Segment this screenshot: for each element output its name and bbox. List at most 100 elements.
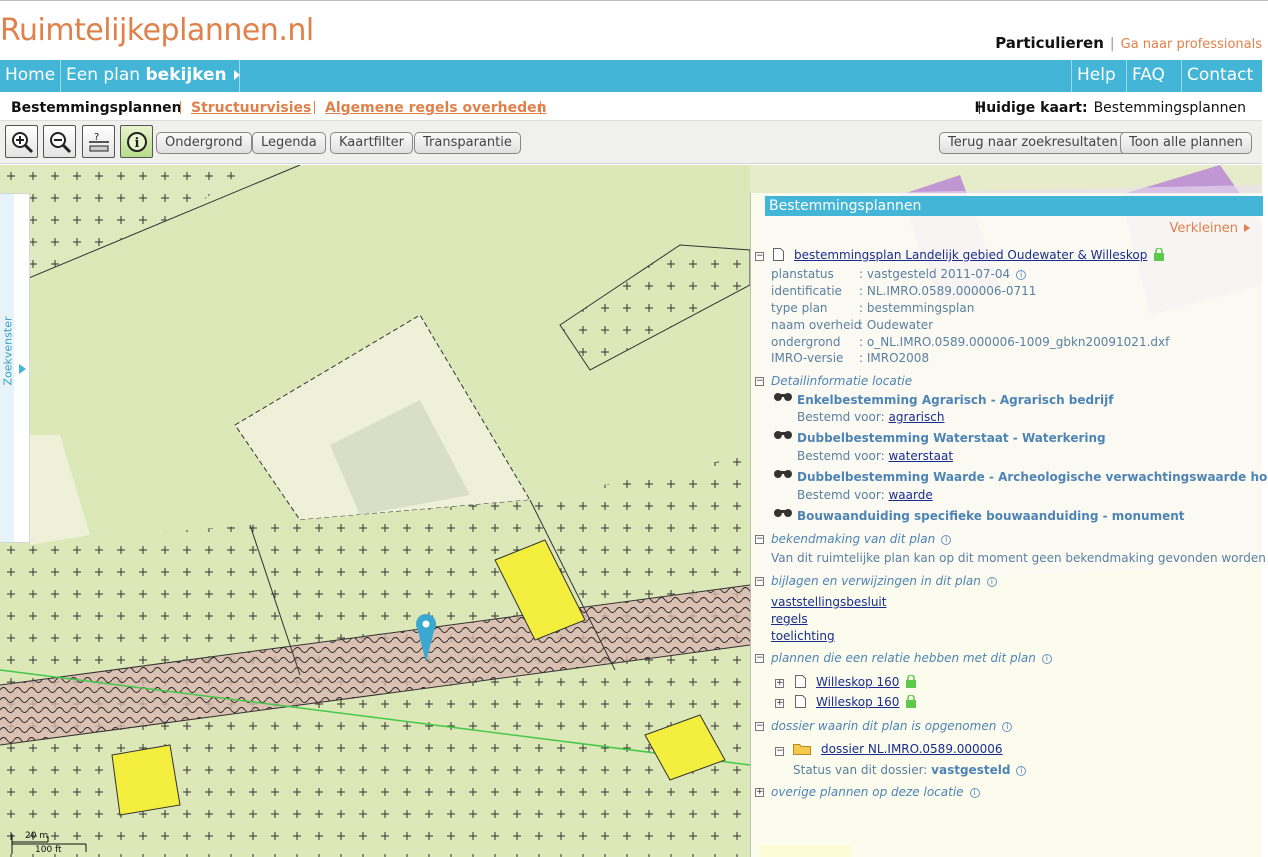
show-all-plans-button[interactable]: Toon alle plannen: [1120, 132, 1252, 154]
binoculars-icon: [774, 509, 792, 517]
binoculars-icon: [774, 393, 792, 401]
nav-home-label: Home: [5, 65, 56, 85]
nav-contact[interactable]: Contact: [1181, 60, 1262, 92]
expand-arrow-icon[interactable]: [19, 364, 26, 374]
dossier-status-value: vastgesteld: [931, 763, 1011, 777]
scale-metric: 20 m: [25, 831, 49, 841]
info-icon[interactable]: i: [941, 535, 952, 545]
prop-key: planstatus: [771, 267, 834, 281]
prop-planstatus: planstatus: vastgesteld 2011-07-04 i: [771, 267, 1027, 281]
current-map-value: Bestemmingsplannen: [1093, 100, 1246, 116]
scale-bar: 20 m 100 ft: [10, 830, 90, 857]
attachment-vaststellingsbesluit[interactable]: vaststellingsbesluit: [771, 595, 886, 609]
section-relaties[interactable]: plannen die een relatie hebben met dit p…: [771, 651, 1052, 665]
info-icon[interactable]: i: [986, 577, 997, 587]
audience-particulieren[interactable]: Particulieren: [995, 34, 1104, 52]
zoom-out-icon: [50, 132, 72, 154]
map-type-tabs: Bestemmingsplannen Structuurvisies Algem…: [0, 95, 1262, 119]
detail-purpose: Bestemd voor: waarde: [797, 488, 933, 502]
nav-plan-bekijken[interactable]: Een plan bekijken: [61, 60, 241, 92]
binoculars-icon: [774, 470, 792, 478]
scale-imperial: 100 ft: [35, 845, 62, 855]
tab-structuurvisies[interactable]: Structuurvisies: [191, 100, 311, 116]
detail-purpose-label: Bestemd voor:: [797, 449, 885, 463]
zoom-in-button[interactable]: [5, 125, 38, 158]
info-button[interactable]: i: [120, 125, 153, 158]
ondergrond-button[interactable]: Ondergrond: [156, 132, 252, 154]
panel-title: Bestemmingsplannen: [765, 196, 1263, 216]
measure-icon: ?: [89, 132, 109, 152]
detail-purpose-link[interactable]: waterstaat: [888, 449, 953, 463]
zoom-in-icon: [12, 132, 34, 154]
nav-faq-label: FAQ: [1132, 65, 1165, 85]
measure-button[interactable]: ?: [82, 125, 115, 158]
attachment-regels[interactable]: regels: [771, 612, 808, 626]
search-window-tab[interactable]: Zoekvenster: [0, 193, 30, 543]
info-icon[interactable]: i: [1016, 766, 1027, 776]
tab-bestemmingsplannen[interactable]: Bestemmingsplannen: [11, 100, 182, 116]
collapse-toggle-icon[interactable]: −: [755, 722, 764, 731]
related-plan: Willeskop 160: [795, 675, 917, 689]
audience-professionals-link[interactable]: Ga naar professionals: [1121, 37, 1262, 52]
document-icon: [773, 248, 784, 261]
prop-imro-versie: IMRO-versie: IMRO2008: [771, 351, 929, 365]
info-icon[interactable]: i: [969, 788, 980, 798]
detail-purpose-link[interactable]: agrarisch: [888, 410, 944, 424]
info-icon[interactable]: i: [1002, 722, 1013, 732]
info-icon[interactable]: i: [1041, 654, 1052, 664]
prop-naam-overheid: naam overheid: Oudewater: [771, 318, 933, 332]
nav-home[interactable]: Home: [0, 60, 61, 92]
detail-title: Dubbelbestemming Waarde - Archeologische…: [797, 470, 1268, 484]
section-relaties-title: plannen die een relatie hebben met dit p…: [771, 651, 1036, 665]
section-bekendmaking[interactable]: bekendmaking van dit plan i: [771, 532, 952, 546]
prop-type-plan: type plan: bestemmingsplan: [771, 301, 974, 315]
expand-toggle-icon[interactable]: +: [775, 679, 784, 688]
collapse-toggle-icon[interactable]: −: [755, 252, 764, 261]
document-icon: [795, 675, 806, 688]
related-plan-link[interactable]: Willeskop 160: [816, 695, 899, 709]
section-bijlagen[interactable]: bijlagen en verwijzingen in dit plan i: [771, 574, 997, 588]
dossier-row: dossier NL.IMRO.0589.000006: [793, 742, 1003, 756]
tab-algemene-regels[interactable]: Algemene regels overheden: [325, 100, 547, 116]
section-detailinformatie[interactable]: Detailinformatie locatie: [771, 374, 912, 388]
plan-info-panel: Bestemmingsplannen Verkleinen − bestemmi…: [750, 193, 1268, 857]
transparantie-button[interactable]: Transparantie: [414, 132, 521, 154]
collapse-toggle-icon[interactable]: −: [775, 747, 784, 756]
prop-value: : IMRO2008: [859, 351, 930, 365]
nav-contact-label: Contact: [1187, 65, 1254, 85]
prop-identificatie: identificatie: NL.IMRO.0589.000006-0711: [771, 284, 1036, 298]
back-to-results-button[interactable]: Terug naar zoekresultaten: [939, 132, 1127, 154]
nav-help-label: Help: [1077, 65, 1116, 85]
collapse-toggle-icon[interactable]: −: [755, 377, 764, 386]
nav-plan-prefix: Een plan: [66, 65, 141, 85]
plan-title-row: bestemmingsplan Landelijk gebied Oudewat…: [773, 248, 1165, 262]
collapse-toggle-icon[interactable]: −: [755, 535, 764, 544]
attachment-toelichting[interactable]: toelichting: [771, 629, 835, 643]
collapse-toggle-icon[interactable]: −: [755, 654, 764, 663]
nav-faq[interactable]: FAQ: [1126, 60, 1181, 92]
document-icon: [795, 695, 806, 708]
nav-help[interactable]: Help: [1071, 60, 1126, 92]
section-overige-title: overige plannen op deze locatie: [771, 785, 964, 799]
zoom-out-button[interactable]: [43, 125, 76, 158]
plan-link[interactable]: bestemmingsplan Landelijk gebied Oudewat…: [794, 248, 1147, 262]
legenda-button[interactable]: Legenda: [252, 132, 326, 154]
detail-title: Enkelbestemming Agrarisch - Agrarisch be…: [797, 393, 1114, 407]
search-window-label: Zoekvenster: [1, 316, 15, 386]
site-logo[interactable]: Ruimtelijkeplannen.nl: [0, 13, 314, 48]
kaartfilter-button[interactable]: Kaartfilter: [330, 132, 413, 154]
prop-value: : NL.IMRO.0589.000006-0711: [859, 284, 1037, 298]
dossier-link[interactable]: dossier NL.IMRO.0589.000006: [821, 742, 1003, 756]
related-plan-link[interactable]: Willeskop 160: [816, 675, 899, 689]
lock-icon: [906, 695, 917, 708]
audience-separator: |: [1109, 36, 1115, 52]
collapse-panel-button[interactable]: Verkleinen: [1170, 221, 1250, 236]
info-icon[interactable]: i: [1016, 270, 1027, 280]
section-overige-plannen[interactable]: overige plannen op deze locatie i: [771, 785, 980, 799]
section-dossier[interactable]: dossier waarin dit plan is opgenomen i: [771, 719, 1013, 733]
expand-toggle-icon[interactable]: +: [755, 788, 764, 797]
expand-toggle-icon[interactable]: +: [775, 699, 784, 708]
detail-purpose-link[interactable]: waarde: [888, 488, 932, 502]
map-toolbar: ? i Ondergrond Legenda Kaartfilter Trans…: [0, 120, 1262, 164]
collapse-toggle-icon[interactable]: −: [755, 577, 764, 586]
